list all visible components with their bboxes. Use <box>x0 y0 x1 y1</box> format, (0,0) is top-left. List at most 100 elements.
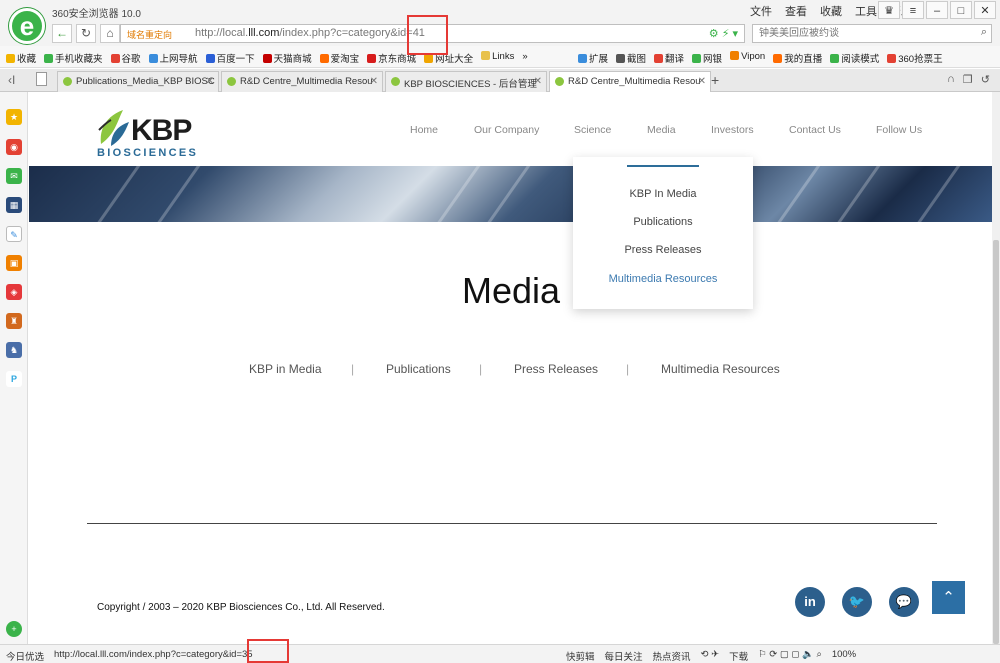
twitter-icon[interactable]: 🐦 <box>842 587 872 617</box>
more-bookmarks-icon[interactable]: » <box>522 51 527 65</box>
nav-investors[interactable]: Investors <box>711 124 754 136</box>
tab-admin[interactable]: KBP BIOSCIENCES - 后台管理 ✕ <box>385 71 547 92</box>
menu-favorites[interactable]: 收藏 <box>820 3 842 19</box>
nav-home[interactable]: Home <box>410 124 438 136</box>
toolbar-screenshot[interactable]: 截图 <box>616 51 646 65</box>
mail-icon[interactable]: ✉ <box>6 168 22 184</box>
status-today-pick[interactable]: 今日优选 <box>6 649 44 663</box>
toolbar-translate[interactable]: 翻译 <box>654 51 684 65</box>
news-icon[interactable]: ▦ <box>6 197 22 213</box>
favorites-icon[interactable]: ★ <box>6 109 22 125</box>
tab-close-icon[interactable]: ✕ <box>370 76 378 87</box>
bookmark-item[interactable]: 谷歌 <box>111 51 141 65</box>
bookmark-item[interactable]: Links <box>481 51 514 65</box>
subnav-multimedia-resources[interactable]: Multimedia Resources <box>661 362 780 376</box>
menu-file[interactable]: 文件 <box>750 3 772 19</box>
status-hot-news[interactable]: 热点资讯 <box>653 649 691 663</box>
status-misc-icons[interactable]: ⟲ ✈ <box>701 649 720 663</box>
status-quick-clip[interactable]: 快剪辑 <box>566 649 595 663</box>
undo-icon[interactable]: ↺ <box>981 73 990 86</box>
bookmarks-bar: 收藏 手机收藏夹 谷歌 上网导航 百度一下 天猫商城 爱淘宝 京东商城 网址大全… <box>0 46 1000 68</box>
media-dropdown: KBP In Media Publications Press Releases… <box>573 157 753 309</box>
sidebar: ★ ◉ ✉ ▦ ✎ ▣ ◈ ♜ ♞ P + <box>0 92 28 644</box>
subnav-press-releases[interactable]: Press Releases <box>514 362 598 376</box>
nav-follow-us[interactable]: Follow Us <box>876 124 922 136</box>
close-icon[interactable]: ✕ <box>974 1 996 19</box>
nav-buttons: ← ↻ ⌂ <box>52 24 120 43</box>
back-icon[interactable]: ← <box>52 24 72 43</box>
tab-list-icon[interactable]: ❐ <box>963 73 973 86</box>
bookmark-item[interactable]: 爱淘宝 <box>320 51 360 65</box>
nav-our-company[interactable]: Our Company <box>474 124 539 136</box>
scrollbar-thumb[interactable] <box>993 240 999 644</box>
skin-icon[interactable]: ♛ <box>878 1 900 19</box>
status-download[interactable]: 下载 <box>729 649 748 663</box>
menu-tools[interactable]: 工具 <box>855 3 877 19</box>
tab-close-icon[interactable]: ✕ <box>534 76 542 87</box>
subnav-kbp-in-media[interactable]: KBP in Media <box>249 362 322 376</box>
tab-rd-centre[interactable]: R&D Centre_Multimedia Resou ✕ <box>221 71 383 92</box>
toolbar-extensions[interactable]: 扩展 <box>578 51 608 65</box>
dropdown-press-releases[interactable]: Press Releases <box>573 244 753 256</box>
toolbar-vipon[interactable]: Vipon <box>730 51 765 65</box>
menu-icon[interactable]: ≡ <box>902 1 924 19</box>
toolbar-ticket[interactable]: 360抢票王 <box>887 51 942 65</box>
new-tab-icon[interactable]: + <box>711 72 719 88</box>
sidebar-add-icon[interactable]: + <box>6 621 22 637</box>
search-icon[interactable]: ⌕ <box>981 26 987 39</box>
wechat-icon[interactable]: 💬 <box>889 587 919 617</box>
bookmark-item[interactable]: 上网导航 <box>149 51 198 65</box>
toolbar-bank[interactable]: 网银 <box>692 51 722 65</box>
dropdown-kbp-in-media[interactable]: KBP In Media <box>573 188 753 200</box>
tab-close-icon[interactable]: ✕ <box>206 76 214 87</box>
refresh-icon[interactable]: ↻ <box>76 24 96 43</box>
status-zoom[interactable]: 100% <box>832 649 856 663</box>
toolbar-reading-mode[interactable]: 阅读模式 <box>830 51 879 65</box>
nav-science[interactable]: Science <box>574 124 611 136</box>
status-daily-follow[interactable]: 每日关注 <box>605 649 643 663</box>
notes-icon[interactable]: ✎ <box>6 226 22 242</box>
bookmark-item[interactable]: 百度一下 <box>206 51 255 65</box>
minimize-icon[interactable]: – <box>926 1 948 19</box>
search-input[interactable] <box>753 25 953 42</box>
status-bar: 今日优选 http://local.lll.com/index.php?c=ca… <box>0 644 1000 663</box>
tab-tools: ∩ ❐ ↺ <box>947 73 990 86</box>
favicon-icon <box>555 77 564 86</box>
menu-view[interactable]: 查看 <box>785 3 807 19</box>
dropdown-multimedia-resources[interactable]: Multimedia Resources <box>573 273 753 285</box>
bookmark-item[interactable]: 手机收藏夹 <box>44 51 103 65</box>
dropdown-accent-bar <box>627 165 699 167</box>
page-icon[interactable] <box>36 72 47 86</box>
subnav-publications[interactable]: Publications <box>386 362 451 376</box>
tab-publications[interactable]: Publications_Media_KBP BIOSC ✕ <box>57 71 219 92</box>
shop-icon[interactable]: ◈ <box>6 284 22 300</box>
scrollbar[interactable] <box>992 92 1000 644</box>
app-icon[interactable]: ▣ <box>6 255 22 271</box>
nav-contact-us[interactable]: Contact Us <box>789 124 841 136</box>
url-text[interactable]: http://local.lll.com/index.php?c=categor… <box>195 27 425 39</box>
game-icon[interactable]: ♜ <box>6 313 22 329</box>
nav-media[interactable]: Media <box>647 124 676 136</box>
game2-icon[interactable]: ♞ <box>6 342 22 358</box>
security-icon[interactable]: ⚙ ⚡ ▾ <box>709 27 738 40</box>
status-misc-icons-2[interactable]: ⚐ ⟳ ▢ ◻ 🔈 ⌕ <box>758 649 822 663</box>
copyright: Copyright / 2003 – 2020 KBP Biosciences … <box>97 602 385 613</box>
toolbar-live[interactable]: 我的直播 <box>773 51 822 65</box>
headphones-icon[interactable]: ∩ <box>947 73 955 86</box>
dropdown-publications[interactable]: Publications <box>573 216 753 228</box>
tab-rd-centre-active[interactable]: R&D Centre_Multimedia Resou ✕ <box>549 71 711 93</box>
tab-close-icon[interactable]: ✕ <box>698 76 706 87</box>
browser-logo-icon[interactable]: e <box>9 8 45 44</box>
web-page: KBP BIOSCIENCES Home Our Company Science… <box>29 92 992 644</box>
weibo-icon[interactable]: ◉ <box>6 139 22 155</box>
bookmark-item[interactable]: 收藏 <box>6 51 36 65</box>
home-icon[interactable]: ⌂ <box>100 24 120 43</box>
tab-scroll-left-icon[interactable]: ‹I <box>8 73 15 87</box>
bookmark-item[interactable]: 天猫商城 <box>263 51 312 65</box>
highlight-box-status <box>247 639 289 663</box>
p-icon[interactable]: P <box>6 371 22 387</box>
linkedin-icon[interactable]: in <box>795 587 825 617</box>
back-to-top-button[interactable]: ⌃ <box>932 581 965 614</box>
maximize-icon[interactable]: □ <box>950 1 972 19</box>
app-title: 360安全浏览器 10.0 <box>52 9 141 20</box>
